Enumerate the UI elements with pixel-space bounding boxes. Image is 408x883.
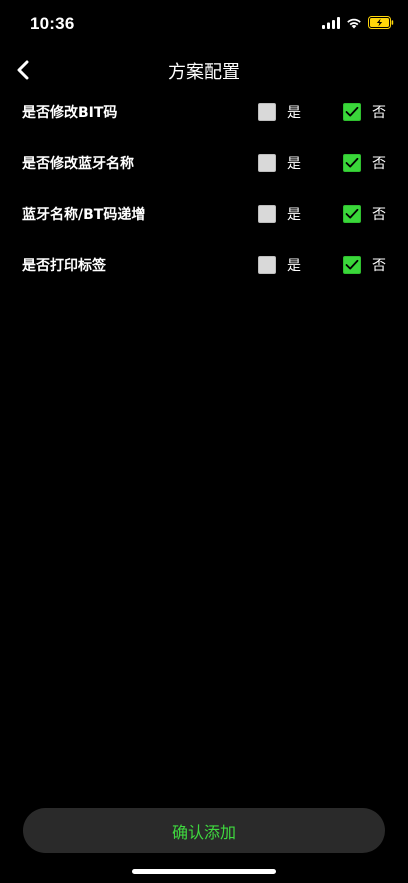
checkbox-checked[interactable] [343, 256, 361, 274]
setting-row-print-label: 是否打印标签 是 否 [0, 241, 408, 292]
option-yes-label: 是 [287, 258, 301, 274]
signal-icon [322, 16, 340, 29]
wifi-icon [347, 18, 361, 28]
setting-row-modify-bluetooth-name: 是否修改蓝牙名称 是 否 [0, 139, 408, 190]
option-no-label: 否 [372, 156, 386, 172]
checkbox-unchecked[interactable] [258, 154, 276, 172]
option-yes-label: 是 [287, 156, 301, 172]
option-no-label: 否 [372, 207, 386, 223]
nav-bar: 方案配置 [0, 52, 408, 88]
home-indicator [132, 869, 276, 874]
settings-list: 是否修改BIT码 是 否 是否修改蓝牙名称 是 否 蓝牙名称/BT码递增 是 否… [0, 88, 408, 292]
checkbox-unchecked[interactable] [258, 205, 276, 223]
checkmark-icon [345, 259, 359, 270]
option-no[interactable]: 否 [343, 204, 386, 224]
option-no-label: 否 [372, 258, 386, 274]
setting-row-modify-bit-code: 是否修改BIT码 是 否 [0, 88, 408, 139]
option-yes[interactable]: 是 [258, 153, 301, 173]
option-yes[interactable]: 是 [258, 102, 301, 122]
setting-label: 蓝牙名称/BT码递增 [22, 207, 146, 223]
checkbox-checked[interactable] [343, 154, 361, 172]
option-no[interactable]: 否 [343, 255, 386, 275]
checkmark-icon [345, 106, 359, 117]
battery-charging-icon [368, 16, 394, 29]
status-bar: 10:36 [0, 0, 408, 50]
option-yes[interactable]: 是 [258, 204, 301, 224]
option-yes-label: 是 [287, 105, 301, 121]
confirm-add-button[interactable]: 确认添加 [23, 808, 385, 853]
page-title: 方案配置 [168, 62, 240, 83]
checkbox-checked[interactable] [343, 205, 361, 223]
setting-label: 是否修改蓝牙名称 [22, 156, 134, 172]
status-icons [322, 16, 394, 29]
option-yes[interactable]: 是 [258, 255, 301, 275]
setting-label: 是否修改BIT码 [22, 105, 118, 121]
checkbox-checked[interactable] [343, 103, 361, 121]
option-no[interactable]: 否 [343, 153, 386, 173]
checkbox-unchecked[interactable] [258, 256, 276, 274]
confirm-add-label: 确认添加 [171, 822, 236, 842]
checkmark-icon [345, 157, 359, 168]
setting-label: 是否打印标签 [22, 258, 106, 274]
setting-row-bluetooth-name-increment: 蓝牙名称/BT码递增 是 否 [0, 190, 408, 241]
checkmark-icon [345, 208, 359, 219]
option-no-label: 否 [372, 105, 386, 121]
status-time: 10:36 [30, 14, 75, 33]
option-no[interactable]: 否 [343, 102, 386, 122]
option-yes-label: 是 [287, 207, 301, 223]
checkbox-unchecked[interactable] [258, 103, 276, 121]
